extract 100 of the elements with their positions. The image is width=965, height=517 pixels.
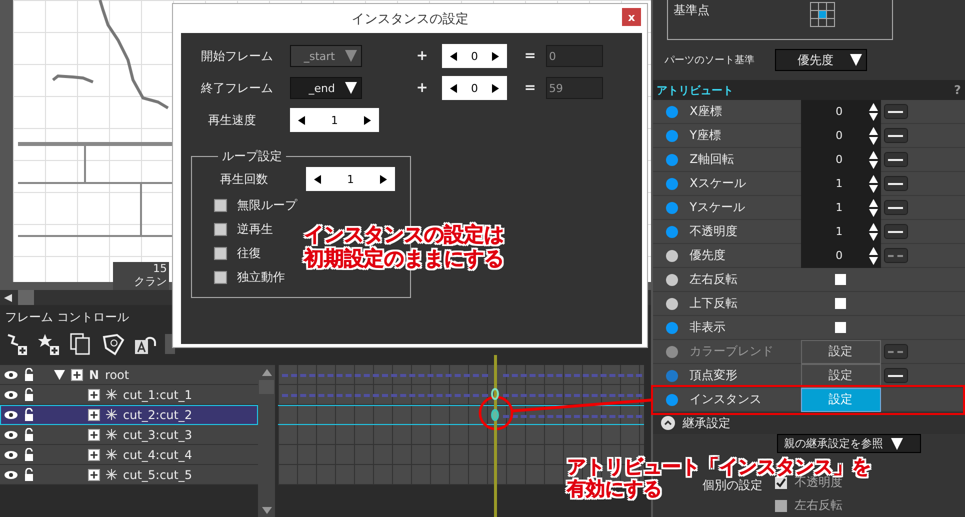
attribute-name: 不透明度: [690, 223, 739, 240]
plus-box-icon[interactable]: [88, 448, 100, 460]
up-down-arrows-icon[interactable]: [868, 198, 878, 216]
padlock-icon[interactable]: [24, 468, 34, 481]
scroll-left-icon[interactable]: [4, 294, 12, 302]
up-down-arrows-icon[interactable]: [868, 150, 878, 168]
up-down-arrows-icon[interactable]: [868, 246, 878, 264]
scroll-up-icon[interactable]: [262, 369, 272, 376]
right-arrow-icon[interactable]: [364, 116, 371, 124]
add-star-icon[interactable]: [37, 332, 61, 356]
link-toggle[interactable]: [884, 104, 908, 119]
number-field[interactable]: 0: [800, 148, 881, 172]
layer-row[interactable]: cut_5:cut_5: [0, 465, 258, 485]
number-field[interactable]: 1: [800, 196, 881, 220]
field-label: 開始フレーム: [200, 48, 274, 64]
padlock-icon[interactable]: [24, 448, 34, 461]
scrollbar-thumb[interactable]: [18, 290, 34, 305]
eye-icon[interactable]: [4, 470, 18, 480]
keyframe-marker[interactable]: [491, 409, 499, 421]
padlock-icon[interactable]: [24, 408, 34, 421]
checkbox[interactable]: [214, 270, 227, 284]
eye-icon[interactable]: [4, 410, 18, 420]
up-down-arrows-icon[interactable]: [868, 102, 878, 120]
link-toggle[interactable]: [884, 152, 908, 167]
link-toggle[interactable]: [884, 368, 908, 383]
plus-box-icon[interactable]: [88, 428, 100, 440]
status-dot[interactable]: [666, 106, 678, 118]
status-dot[interactable]: [666, 178, 678, 190]
layer-row[interactable]: N root: [0, 365, 258, 385]
checkbox[interactable]: [835, 274, 846, 285]
status-dot[interactable]: [666, 202, 678, 214]
number-field[interactable]: 1: [800, 220, 881, 244]
checkbox[interactable]: [214, 198, 227, 212]
left-arrow-icon[interactable]: [450, 52, 457, 60]
right-arrow-icon[interactable]: [492, 84, 499, 92]
plus-box-icon[interactable]: [88, 408, 100, 420]
help-mark[interactable]: ?: [954, 83, 961, 97]
left-arrow-icon[interactable]: [298, 116, 305, 124]
sort-dropdown[interactable]: 優先度: [774, 49, 867, 71]
padlock-icon[interactable]: [24, 368, 34, 381]
status-dot[interactable]: [666, 394, 678, 406]
status-dot[interactable]: [666, 370, 678, 382]
collapse-icon[interactable]: [660, 416, 675, 430]
padlock-icon[interactable]: [24, 388, 34, 401]
annotation-text: 有効にする: [567, 478, 662, 500]
number-spinner[interactable]: 1: [290, 108, 379, 132]
status-dot[interactable]: [666, 130, 678, 142]
number-field[interactable]: 0: [800, 124, 881, 148]
status-dot[interactable]: [666, 322, 678, 334]
link-toggle[interactable]: [884, 200, 908, 215]
eye-icon[interactable]: [4, 430, 18, 440]
left-arrow-icon[interactable]: [450, 84, 457, 92]
link-toggle[interactable]: [884, 248, 908, 263]
layer-row[interactable]: cut_2:cut_2: [0, 405, 258, 425]
status-dot[interactable]: [666, 298, 678, 310]
scrollbar-thumb[interactable]: [259, 380, 274, 394]
plus-box-icon[interactable]: [88, 388, 100, 400]
right-arrow-icon[interactable]: [380, 174, 387, 184]
layer-row[interactable]: cut_3:cut_3: [0, 425, 258, 445]
add-part-icon[interactable]: [5, 332, 29, 356]
status-dot[interactable]: [666, 154, 678, 166]
number-field[interactable]: 0: [800, 244, 881, 268]
status-dot[interactable]: [666, 274, 678, 286]
status-dot[interactable]: [666, 250, 678, 262]
frame-dropdown[interactable]: _end: [290, 77, 362, 99]
checkbox[interactable]: [214, 246, 227, 260]
number-field[interactable]: 1: [800, 172, 881, 196]
plus-box-icon[interactable]: [88, 468, 100, 480]
pivot-grid-icon[interactable]: [810, 2, 835, 27]
close-button[interactable]: x: [622, 8, 641, 26]
eye-icon[interactable]: [4, 390, 18, 400]
copy-pages-icon[interactable]: [69, 332, 93, 356]
attribute-name: Y座標: [690, 127, 722, 144]
cube-icon[interactable]: [101, 332, 125, 356]
layer-row[interactable]: cut_4:cut_4: [0, 445, 258, 465]
link-toggle[interactable]: [884, 176, 908, 191]
eye-icon[interactable]: [4, 370, 18, 380]
checkbox[interactable]: [835, 322, 846, 333]
checkbox[interactable]: [774, 476, 787, 488]
number-spinner[interactable]: 0: [442, 76, 507, 100]
link-toggle[interactable]: [884, 128, 908, 143]
link-toggle[interactable]: [884, 224, 908, 239]
expand-triangle-icon[interactable]: [54, 370, 65, 380]
status-dot[interactable]: [666, 226, 678, 238]
padlock-icon[interactable]: [24, 428, 34, 441]
layer-row[interactable]: cut_1:cut_1: [0, 385, 258, 405]
number-spinner[interactable]: 1: [306, 167, 395, 191]
right-arrow-icon[interactable]: [492, 52, 499, 60]
inherit-source-dropdown[interactable]: 親の継承設定を参照: [777, 434, 921, 453]
left-arrow-icon[interactable]: [314, 174, 321, 184]
plus-box-icon[interactable]: [71, 368, 83, 380]
checkbox[interactable]: [774, 500, 787, 512]
up-down-arrows-icon[interactable]: [868, 174, 878, 192]
checkbox[interactable]: [835, 298, 846, 309]
scroll-down-icon[interactable]: [262, 507, 272, 514]
checkbox[interactable]: [214, 222, 227, 236]
up-down-arrows-icon[interactable]: [868, 126, 878, 144]
up-down-arrows-icon[interactable]: [868, 222, 878, 240]
eye-icon[interactable]: [4, 450, 18, 460]
number-field[interactable]: 0: [800, 100, 881, 124]
